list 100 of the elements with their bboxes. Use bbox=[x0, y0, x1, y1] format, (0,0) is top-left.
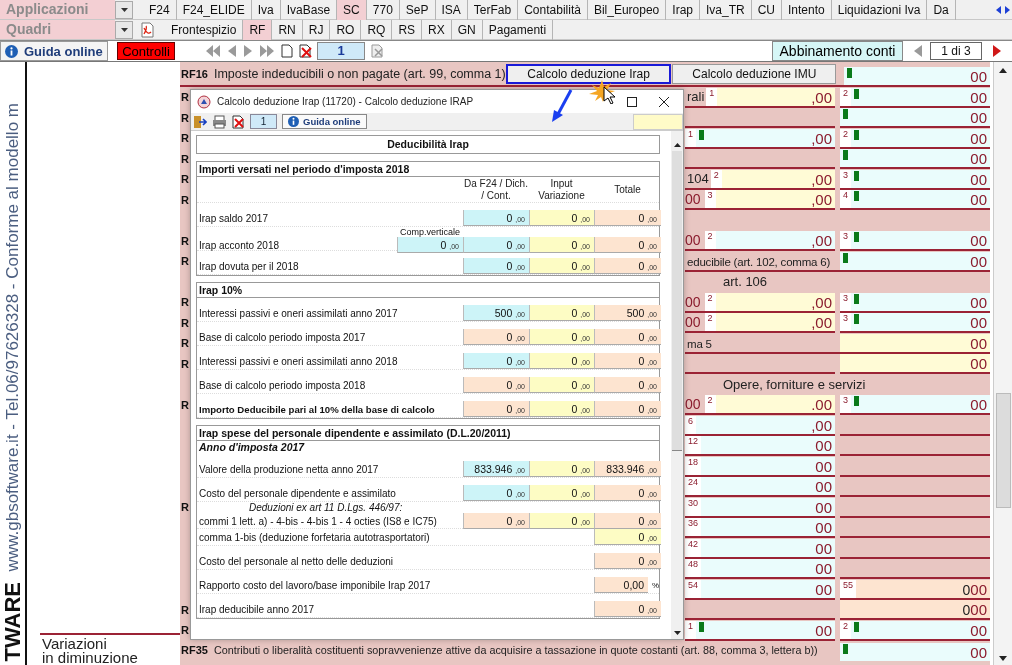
amount-field[interactable]: 00 bbox=[851, 292, 990, 311]
new-page-icon[interactable] bbox=[281, 44, 293, 58]
amount-field[interactable]: 00 bbox=[851, 169, 990, 188]
amount-field[interactable]: 00 bbox=[851, 231, 990, 249]
amount-field[interactable]: 00 bbox=[701, 579, 835, 598]
amount-field[interactable]: 00 bbox=[840, 251, 990, 270]
dropdown-button[interactable] bbox=[115, 20, 133, 39]
tab[interactable]: RJ bbox=[302, 19, 331, 40]
amount-field[interactable]: ,00 bbox=[715, 231, 835, 249]
amount-field[interactable]: 00 bbox=[840, 643, 990, 661]
controls-button[interactable]: Controlli bbox=[117, 42, 175, 60]
amount-field[interactable]: 00 bbox=[840, 149, 990, 167]
last-page-icon[interactable] bbox=[259, 45, 275, 57]
tab[interactable]: Liquidazioni Iva bbox=[831, 0, 928, 20]
scroll-thumb[interactable] bbox=[995, 393, 1011, 508]
help-button[interactable]: Guida online bbox=[0, 41, 108, 61]
tab[interactable]: TerFab bbox=[467, 0, 519, 20]
section-subtitle: Anno d'imposta 2017 bbox=[198, 441, 306, 454]
amount-field[interactable]: ,00 bbox=[696, 128, 835, 147]
amount-field[interactable]: 00 bbox=[840, 108, 990, 126]
amount-field[interactable]: 00 bbox=[701, 436, 835, 454]
amount-field[interactable]: 000 bbox=[840, 600, 990, 618]
amount-field[interactable]: 00 bbox=[851, 190, 990, 208]
next-icon[interactable] bbox=[992, 45, 1001, 57]
amount-field[interactable]: 00 bbox=[701, 518, 835, 536]
row-code: R bbox=[180, 315, 189, 331]
amount-field[interactable]: ,00 bbox=[715, 292, 835, 311]
row-code: R bbox=[180, 500, 189, 516]
amount-field[interactable]: ,00 bbox=[717, 87, 835, 106]
scrollbar[interactable] bbox=[993, 62, 1012, 665]
tab[interactable]: F24 bbox=[143, 0, 177, 20]
tab[interactable]: RN bbox=[272, 19, 303, 40]
amount-field[interactable]: 00 bbox=[851, 87, 990, 106]
amount-field[interactable]: 000 bbox=[856, 579, 990, 598]
amount-field[interactable]: 0,00 bbox=[594, 577, 648, 593]
amount-field[interactable]: 00 bbox=[701, 477, 835, 495]
amount-field[interactable]: .00 bbox=[715, 395, 835, 413]
scroll-thumb[interactable] bbox=[672, 151, 682, 451]
amount-field[interactable]: 00 bbox=[851, 620, 990, 639]
page-field[interactable]: 1 bbox=[250, 114, 277, 129]
field-number: 2 bbox=[840, 128, 851, 147]
amount-field[interactable]: ,00 bbox=[715, 190, 835, 208]
tab[interactable]: Irap bbox=[666, 0, 700, 20]
tab[interactable]: Iva bbox=[251, 0, 281, 20]
tab[interactable]: RS bbox=[392, 19, 423, 40]
amount-field[interactable]: 00 bbox=[701, 538, 835, 557]
amount-field[interactable]: ,00 bbox=[696, 415, 835, 434]
calc-button[interactable]: Calcolo deduzione IMU bbox=[672, 64, 837, 84]
tab[interactable]: Bil_Europeo bbox=[587, 0, 667, 20]
tab[interactable]: RQ bbox=[361, 19, 393, 40]
amount-field[interactable]: ,00 bbox=[715, 313, 835, 331]
pager-field[interactable]: 1 di 3 bbox=[930, 42, 982, 60]
tab[interactable]: RO bbox=[330, 19, 362, 40]
scroll-arrows-icon[interactable] bbox=[996, 4, 1010, 15]
maximize-icon[interactable] bbox=[627, 96, 637, 107]
tab[interactable]: ISA bbox=[435, 0, 468, 20]
tab[interactable]: Da bbox=[927, 0, 956, 20]
tab[interactable]: RF bbox=[243, 19, 273, 40]
delete-page-icon[interactable] bbox=[299, 44, 313, 58]
first-page-icon[interactable] bbox=[205, 45, 221, 57]
page-field[interactable]: 1 bbox=[317, 42, 365, 60]
amount-field[interactable]: 00 bbox=[851, 128, 990, 147]
tab[interactable]: 770 bbox=[366, 0, 400, 20]
tab[interactable]: Intento bbox=[782, 0, 832, 20]
amount-field[interactable]: 00 bbox=[851, 313, 990, 331]
tab[interactable]: SC bbox=[337, 0, 367, 20]
amount-field[interactable]: 00 bbox=[696, 620, 835, 639]
close-icon[interactable] bbox=[659, 96, 669, 107]
pdf-icon[interactable] bbox=[139, 21, 155, 38]
exit-icon[interactable] bbox=[193, 114, 207, 129]
tab[interactable]: Iva_TR bbox=[700, 0, 752, 20]
next-icon[interactable] bbox=[243, 45, 253, 57]
tab[interactable]: SeP bbox=[399, 0, 436, 20]
tab[interactable]: Contabilità bbox=[518, 0, 588, 20]
dropdown-button[interactable] bbox=[115, 0, 133, 19]
amount-field[interactable]: 00 bbox=[840, 333, 990, 352]
row-label: Irap saldo 2017 bbox=[198, 213, 269, 226]
tab[interactable]: RX bbox=[422, 19, 452, 40]
amount-field[interactable]: 00 bbox=[844, 67, 990, 85]
previous-icon[interactable] bbox=[227, 45, 237, 57]
scrollbar[interactable] bbox=[671, 131, 683, 639]
tab[interactable]: CU bbox=[751, 0, 782, 20]
amount-field[interactable]: 00 bbox=[701, 456, 835, 475]
calc-button[interactable]: Calcolo deduzione Irap bbox=[505, 64, 672, 84]
amount-field[interactable]: ,00 bbox=[721, 169, 835, 188]
tab[interactable]: Pagamenti bbox=[482, 19, 554, 40]
tab[interactable]: GN bbox=[451, 19, 483, 40]
tab[interactable]: F24_ELIDE bbox=[176, 0, 252, 20]
print-icon[interactable] bbox=[212, 114, 227, 129]
help-button[interactable]: Guida online bbox=[282, 114, 367, 129]
previous-icon[interactable] bbox=[913, 45, 922, 57]
amount-field[interactable]: 00 bbox=[851, 395, 990, 413]
amount-field[interactable]: 00 bbox=[701, 497, 835, 516]
accounts-button[interactable]: Abbinamento conti bbox=[772, 41, 903, 61]
amount-field[interactable]: 00 bbox=[701, 559, 835, 577]
field-number: 55 bbox=[840, 579, 856, 598]
input-field[interactable] bbox=[633, 113, 683, 130]
delete-page-icon[interactable] bbox=[232, 114, 245, 129]
amount-field[interactable]: 00 bbox=[840, 354, 990, 372]
delete-page-icon[interactable] bbox=[371, 44, 385, 58]
